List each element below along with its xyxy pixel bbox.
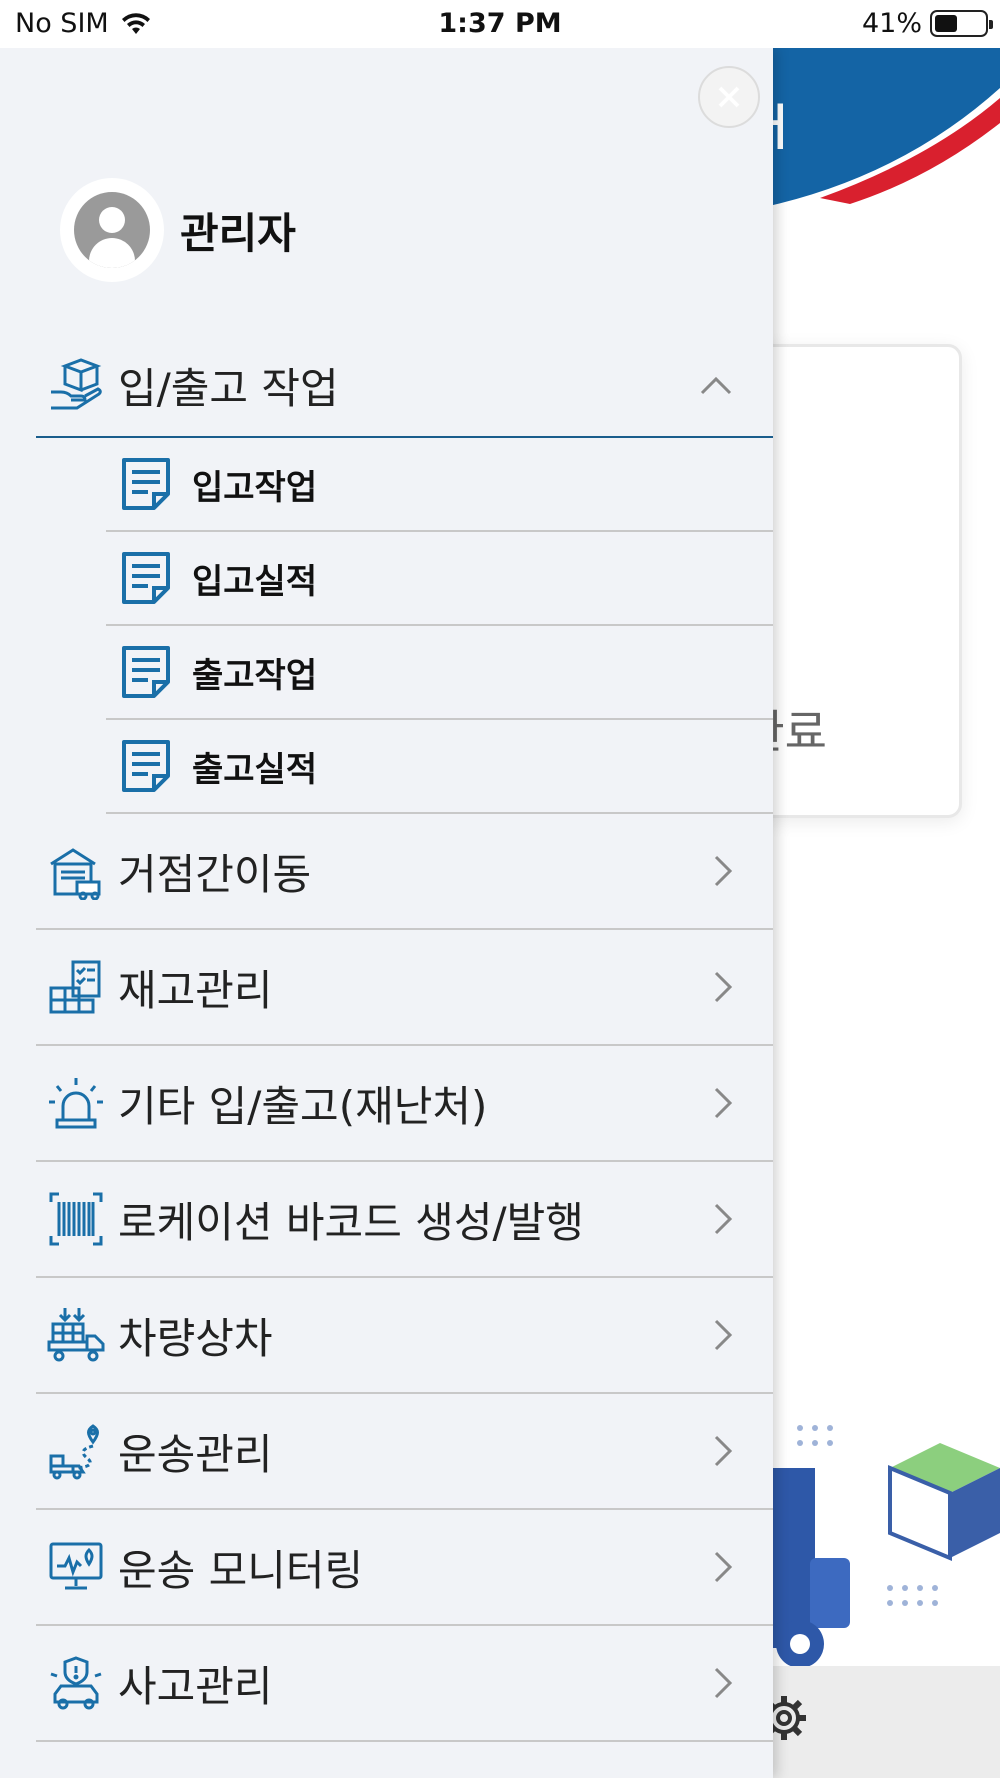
document-icon <box>122 646 170 698</box>
profile-name: 관리자 <box>180 208 296 258</box>
user-icon <box>74 192 150 268</box>
menu-item-hub-transfer[interactable]: 거점간이동 <box>36 814 773 930</box>
battery-percent: 41% <box>861 8 922 39</box>
monitor-location-icon <box>46 1537 106 1597</box>
chevron-right-icon <box>714 1319 733 1351</box>
submenu-label: 출고실적 <box>192 749 318 790</box>
submenu-inout: 입고작업 입고실적 출고작업 출고실적 <box>106 438 773 814</box>
menu-item-inout-work[interactable]: 입/출고 작업 <box>36 334 773 438</box>
profile-section: 관리자 <box>60 178 296 282</box>
submenu-item-inbound-results[interactable]: 입고실적 <box>106 532 773 626</box>
menu-item-label: 기타 입/출고(재난처) <box>118 1081 488 1131</box>
menu-item-label: 거점간이동 <box>118 849 312 899</box>
menu-item-label: 사고관리 <box>118 1661 273 1711</box>
menu-item-accident-management[interactable]: 사고관리 <box>36 1626 773 1742</box>
document-icon <box>122 740 170 792</box>
menu-item-vehicle-loading[interactable]: 차량상차 <box>36 1278 773 1394</box>
menu-item-label: 로케이션 바코드 생성/발행 <box>118 1197 584 1247</box>
status-right: 41% <box>861 8 993 39</box>
chevron-right-icon <box>714 855 733 887</box>
chevron-right-icon <box>714 1667 733 1699</box>
menu-item-label: 차량상차 <box>118 1313 273 1363</box>
car-accident-shield-icon <box>46 1653 106 1713</box>
chevron-up-icon <box>700 376 732 395</box>
status-time: 1:37 PM <box>438 8 562 39</box>
alarm-siren-icon <box>46 1073 106 1133</box>
chevron-right-icon <box>714 971 733 1003</box>
close-icon <box>718 86 740 108</box>
menu-item-transport-management[interactable]: 운송관리 <box>36 1394 773 1510</box>
battery-icon <box>930 10 993 37</box>
box-hand-icon <box>46 355 106 415</box>
menu-item-label: 입/출고 작업 <box>118 363 339 413</box>
delivery-illustration <box>760 1425 1000 1668</box>
submenu-label: 출고작업 <box>192 655 318 696</box>
avatar <box>60 178 164 282</box>
menu-item-label: 운송 모니터링 <box>118 1545 364 1595</box>
document-icon <box>122 552 170 604</box>
menu-item-transport-monitoring[interactable]: 운송 모니터링 <box>36 1510 773 1626</box>
close-drawer-button[interactable] <box>698 66 760 128</box>
drawer-menu: 입/출고 작업 입고작업 입고실적 출고작업 출고실적 거점간이동 재고관리 기… <box>36 334 773 1742</box>
submenu-label: 입고작업 <box>192 467 318 508</box>
submenu-item-inbound-work[interactable]: 입고작업 <box>106 438 773 532</box>
barcode-icon <box>46 1189 106 1249</box>
delivery-route-icon <box>46 1421 106 1481</box>
truck-loading-icon <box>46 1305 106 1365</box>
chevron-right-icon <box>714 1435 733 1467</box>
document-icon <box>122 458 170 510</box>
chevron-right-icon <box>714 1087 733 1119</box>
menu-item-label: 운송관리 <box>118 1429 273 1479</box>
menu-item-location-barcode[interactable]: 로케이션 바코드 생성/발행 <box>36 1162 773 1278</box>
submenu-item-outbound-results[interactable]: 출고실적 <box>106 720 773 814</box>
chevron-right-icon <box>714 1203 733 1235</box>
warehouse-truck-icon <box>46 841 106 901</box>
navigation-drawer: 관리자 입/출고 작업 입고작업 입고실적 출고작업 출고실적 거점간이동 재고… <box>0 48 773 1778</box>
menu-item-other-inout[interactable]: 기타 입/출고(재난처) <box>36 1046 773 1162</box>
status-bar: No SIM 1:37 PM 41% <box>0 0 1000 48</box>
menu-item-inventory[interactable]: 재고관리 <box>36 930 773 1046</box>
chevron-right-icon <box>714 1551 733 1583</box>
submenu-item-outbound-work[interactable]: 출고작업 <box>106 626 773 720</box>
inventory-checklist-icon <box>46 957 106 1017</box>
menu-item-label: 재고관리 <box>118 965 273 1015</box>
submenu-label: 입고실적 <box>192 561 318 602</box>
